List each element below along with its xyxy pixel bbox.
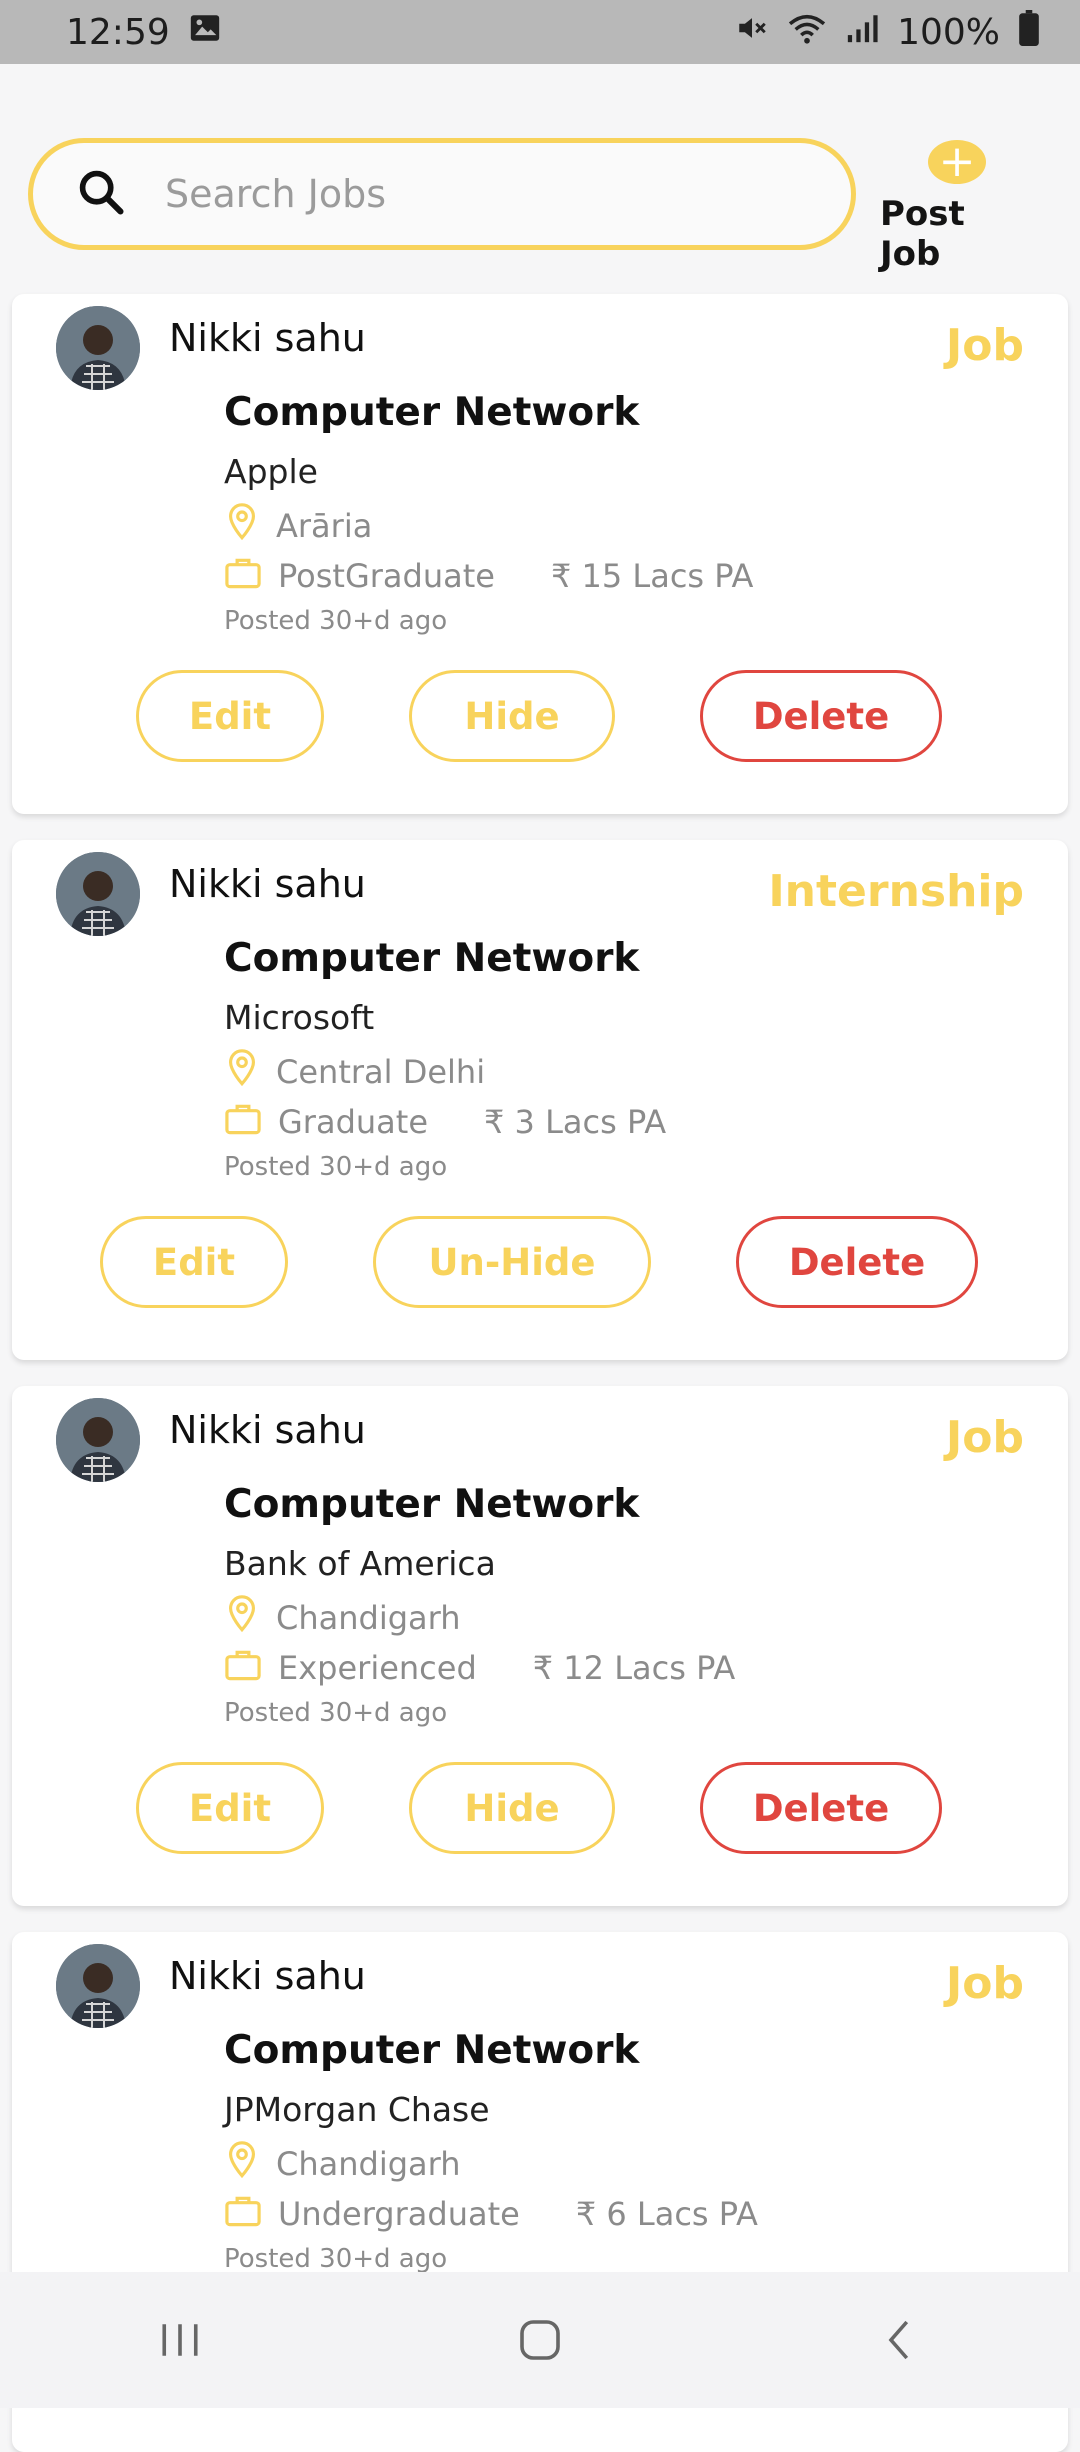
education-row: PostGraduate ₹ 15 Lacs PA: [224, 554, 753, 598]
status-bar: 12:59 100%: [0, 0, 1080, 64]
salary-text: ₹ 15 Lacs PA: [550, 557, 754, 595]
job-card[interactable]: Nikki sahu Job Computer Network Bank of …: [12, 1386, 1068, 1906]
company-name: Bank of America: [224, 1544, 496, 1583]
job-card[interactable]: Nikki sahu Internship Computer Network M…: [12, 840, 1068, 1360]
hide-button[interactable]: Hide: [409, 1762, 615, 1854]
posted-time: Posted 30+d ago: [224, 1152, 448, 1182]
job-card[interactable]: Nikki sahu Job Computer Network Apple Ar…: [12, 294, 1068, 814]
system-navigation-bar: [0, 2272, 1080, 2408]
job-title: Computer Network: [224, 2028, 640, 2073]
edit-button[interactable]: Edit: [136, 1762, 324, 1854]
avatar: [56, 1398, 140, 1482]
edit-button[interactable]: Edit: [100, 1216, 288, 1308]
post-job-label: Post Job: [880, 194, 965, 274]
status-time: 12:59: [66, 11, 170, 53]
company-name: Microsoft: [224, 998, 375, 1037]
location-text: Central Delhi: [276, 1053, 486, 1091]
education-text: Experienced: [278, 1649, 477, 1687]
search-icon: [75, 166, 127, 222]
education-row: Experienced ₹ 12 Lacs PA: [224, 1646, 735, 1690]
delete-button[interactable]: Delete: [700, 1762, 942, 1854]
wifi-icon: [787, 11, 827, 54]
posted-time: Posted 30+d ago: [224, 606, 448, 636]
job-type-badge: Job: [945, 320, 1024, 371]
job-type-badge: Internship: [768, 866, 1024, 917]
location-row: Arāria: [224, 502, 372, 550]
location-pin-icon: [224, 2140, 260, 2188]
search-bar[interactable]: [28, 138, 856, 250]
battery-percentage: 100%: [897, 11, 1000, 53]
hide-button[interactable]: Hide: [409, 670, 615, 762]
avatar: [56, 852, 140, 936]
location-pin-icon: [224, 1594, 260, 1642]
briefcase-icon: [224, 1646, 262, 1690]
job-type-badge: Job: [945, 1412, 1024, 1463]
location-pin-icon: [224, 502, 260, 550]
job-title: Computer Network: [224, 1482, 640, 1527]
avatar: [56, 1944, 140, 2028]
location-text: Arāria: [276, 507, 373, 545]
company-name: JPMorgan Chase: [224, 2090, 490, 2129]
briefcase-icon: [224, 554, 262, 598]
delete-button[interactable]: Delete: [700, 670, 942, 762]
home-icon: [520, 2320, 560, 2360]
poster-name: Nikki sahu: [169, 1954, 366, 1998]
unhide-button[interactable]: Un-Hide: [373, 1216, 651, 1308]
education-row: Graduate ₹ 3 Lacs PA: [224, 1100, 666, 1144]
posted-time: Posted 30+d ago: [224, 1698, 448, 1728]
poster-name: Nikki sahu: [169, 316, 366, 360]
education-text: Graduate: [278, 1103, 428, 1141]
salary-text: ₹ 12 Lacs PA: [532, 1649, 736, 1687]
avatar: [56, 306, 140, 390]
battery-icon: [1018, 9, 1040, 55]
post-job-button[interactable]: + Post Job: [880, 140, 1034, 274]
signal-icon: [845, 11, 879, 54]
search-input[interactable]: [163, 171, 787, 217]
education-row: Undergraduate ₹ 6 Lacs PA: [224, 2192, 758, 2236]
posted-time: Posted 30+d ago: [224, 2244, 448, 2274]
salary-text: ₹ 6 Lacs PA: [575, 2195, 758, 2233]
location-row: Chandigarh: [224, 1594, 461, 1642]
back-button[interactable]: [840, 2280, 960, 2400]
home-button[interactable]: [480, 2280, 600, 2400]
salary-text: ₹ 3 Lacs PA: [484, 1103, 667, 1141]
education-text: Undergraduate: [278, 2195, 520, 2233]
location-text: Chandigarh: [276, 2145, 461, 2183]
back-icon: [888, 2320, 909, 2360]
mute-icon: [735, 11, 769, 54]
location-pin-icon: [224, 1048, 260, 1096]
edit-button[interactable]: Edit: [136, 670, 324, 762]
delete-button[interactable]: Delete: [736, 1216, 978, 1308]
recent-apps-button[interactable]: [120, 2280, 240, 2400]
job-type-badge: Job: [945, 1958, 1024, 2009]
location-row: Chandigarh: [224, 2140, 461, 2188]
location-row: Central Delhi: [224, 1048, 485, 1096]
company-name: Apple: [224, 452, 318, 491]
poster-name: Nikki sahu: [169, 1408, 366, 1452]
poster-name: Nikki sahu: [169, 862, 366, 906]
recent-apps-icon: [162, 2324, 198, 2356]
gallery-notification-icon: [188, 11, 222, 54]
job-title: Computer Network: [224, 390, 640, 435]
job-title: Computer Network: [224, 936, 640, 981]
briefcase-icon: [224, 1100, 262, 1144]
plus-icon: +: [928, 140, 986, 184]
education-text: PostGraduate: [278, 557, 495, 595]
location-text: Chandigarh: [276, 1599, 461, 1637]
briefcase-icon: [224, 2192, 262, 2236]
